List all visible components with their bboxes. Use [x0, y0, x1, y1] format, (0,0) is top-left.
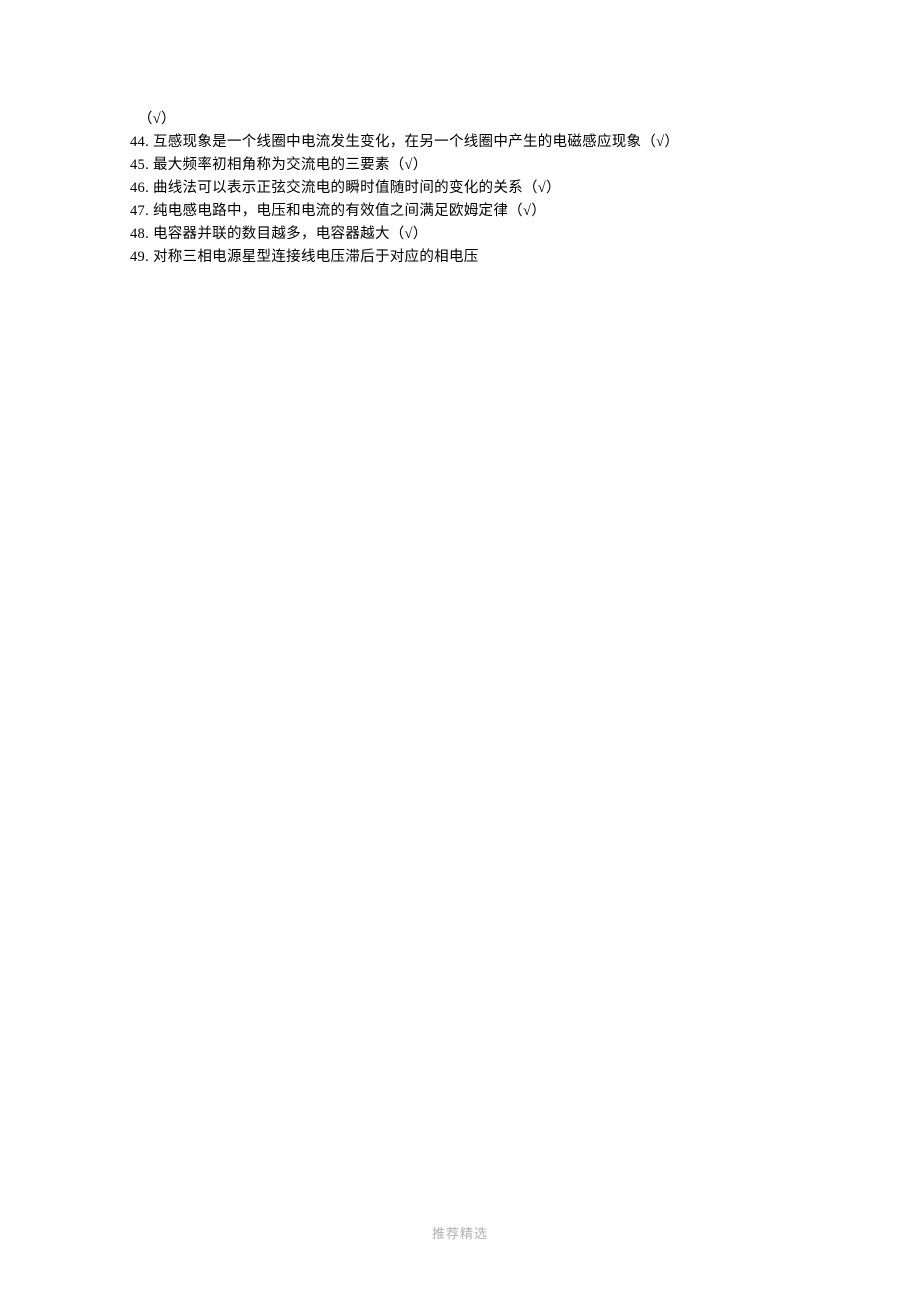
document-content: （√） 44. 互感现象是一个线圈中电流发生变化，在另一个线圈中产生的电磁感应现…: [0, 0, 920, 269]
text-line: （√）: [130, 108, 820, 131]
footer-text: 推荐精选: [0, 1223, 920, 1242]
text-line: 49. 对称三相电源星型连接线电压滞后于对应的相电压: [130, 246, 820, 269]
text-line: 45. 最大频率初相角称为交流电的三要素（√）: [130, 154, 820, 177]
text-line: 46. 曲线法可以表示正弦交流电的瞬时值随时间的变化的关系（√）: [130, 177, 820, 200]
text-line: 47. 纯电感电路中，电压和电流的有效值之间满足欧姆定律（√）: [130, 200, 820, 223]
text-line: 44. 互感现象是一个线圈中电流发生变化，在另一个线圈中产生的电磁感应现象（√）: [130, 131, 820, 154]
text-line: 48. 电容器并联的数目越多，电容器越大（√）: [130, 223, 820, 246]
